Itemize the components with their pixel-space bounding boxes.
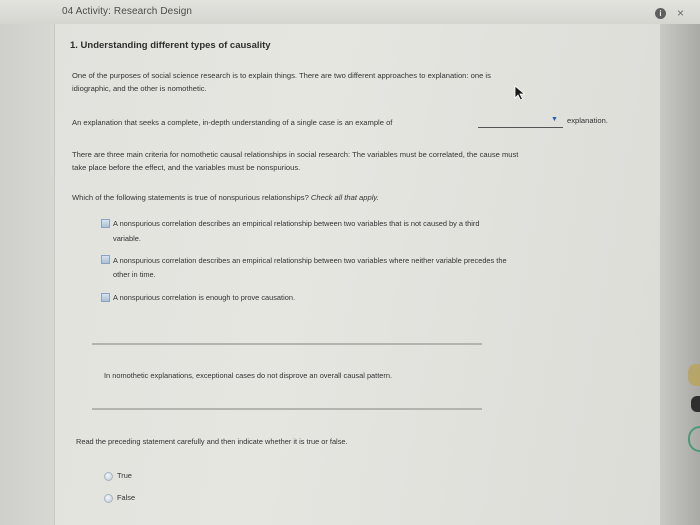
mouse-pointer-icon <box>514 85 526 101</box>
true-radio-label[interactable]: True <box>117 471 132 480</box>
statement-text: In nomothetic explanations, exceptional … <box>104 371 393 380</box>
check-question-text: Which of the following statements is tru… <box>72 191 379 204</box>
left-margin <box>0 24 54 525</box>
close-icon[interactable]: × <box>677 7 684 19</box>
intro-text-line-2: idiographic, and the other is nomothetic… <box>72 84 207 93</box>
true-radio[interactable] <box>104 472 113 481</box>
question-heading: 1. Understanding different types of caus… <box>70 40 271 51</box>
statement-divider-top <box>92 343 482 345</box>
option-1-label-line-2[interactable]: variable. <box>113 232 141 245</box>
dropdown-arrow-icon[interactable]: ▼ <box>551 116 558 123</box>
option-1-label-line-1[interactable]: A nonspurious correlation describes an e… <box>113 217 479 230</box>
blank-suffix-text: explanation. <box>567 116 608 125</box>
option-2-checkbox[interactable] <box>101 255 110 264</box>
criteria-text-line-1: There are three main criteria for nomoth… <box>72 150 519 159</box>
option-2-label-line-2[interactable]: other in time. <box>113 268 156 281</box>
info-icon[interactable]: i <box>655 8 666 19</box>
screen: 04 Activity: Research Design i × 1. Unde… <box>0 0 700 525</box>
edge-tab-dark <box>691 396 700 412</box>
option-1-checkbox[interactable] <box>101 219 110 228</box>
window-titlebar: 04 Activity: Research Design i × <box>0 0 700 25</box>
false-radio-label[interactable]: False <box>117 493 135 502</box>
criteria-text-line-2: take place before the effect, and the va… <box>72 163 301 172</box>
statement-divider-bottom <box>92 408 482 410</box>
check-hint: Check all that apply. <box>310 193 379 202</box>
option-3-checkbox[interactable] <box>101 293 110 302</box>
check-prompt: Which of the following statements is tru… <box>72 193 309 202</box>
window-title: 04 Activity: Research Design <box>62 6 193 17</box>
blank-prompt-text: An explanation that seeks a complete, in… <box>72 118 393 127</box>
option-2-label-line-1[interactable]: A nonspurious correlation describes an e… <box>113 254 507 267</box>
false-radio[interactable] <box>104 494 113 503</box>
edge-tab-yellow <box>688 364 700 386</box>
option-3-label[interactable]: A nonspurious correlation is enough to p… <box>113 291 295 304</box>
intro-text-line-1: One of the purposes of social science re… <box>72 71 491 80</box>
true-false-instruction: Read the preceding statement carefully a… <box>76 437 348 446</box>
